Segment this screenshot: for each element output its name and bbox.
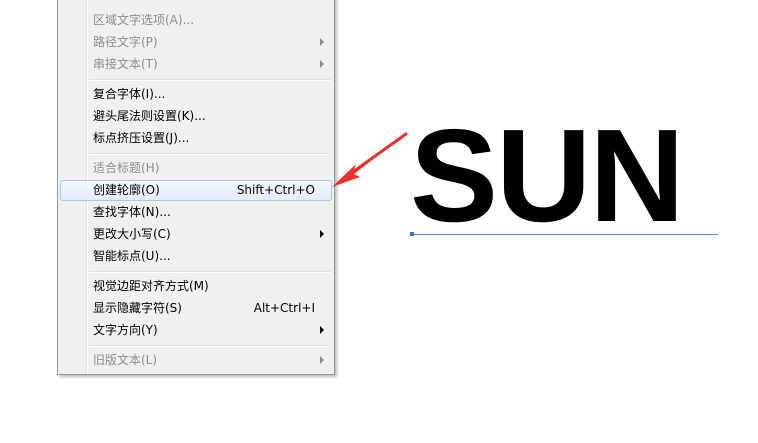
menu-item-area-type-options[interactable]: 区域文字选项(A)... — [60, 10, 332, 31]
menu-item-label: 智能标点(U)... — [93, 249, 171, 263]
text-anchor-point[interactable] — [410, 232, 414, 236]
menu-separator — [89, 345, 331, 347]
illustrator-workspace: 区域文字选项(A)... 路径文字(P) 串接文本(T) 复合字体(I)... … — [0, 0, 758, 443]
menu-item-optical-margin-alignment[interactable]: 视觉边距对齐方式(M) — [60, 276, 332, 297]
menu-item-kinsoku-settings[interactable]: 避头尾法则设置(K)... — [60, 106, 332, 127]
menu-item-composite-fonts[interactable]: 复合字体(I)... — [60, 84, 332, 105]
menu-item-label: 创建轮廓(O) — [93, 183, 160, 197]
text-baseline — [412, 234, 718, 235]
menu-separator — [89, 271, 331, 273]
menu-item-label: 查找字体(N)... — [93, 205, 171, 219]
menu-item-label: 路径文字(P) — [93, 35, 158, 49]
submenu-arrow-icon — [320, 230, 324, 238]
menu-item-label: 适合标题(H) — [93, 161, 160, 175]
menu-separator — [89, 79, 331, 81]
submenu-arrow-icon — [320, 356, 324, 364]
submenu-arrow-icon — [320, 60, 324, 68]
menu-item-show-hidden-characters[interactable]: 显示隐藏字符(S) Alt+Ctrl+I — [60, 298, 332, 319]
menu-item-fit-headline[interactable]: 适合标题(H) — [60, 158, 332, 179]
menu-item-label: 串接文本(T) — [93, 57, 158, 71]
menu-item-label: 更改大小写(C) — [93, 227, 171, 241]
menu-item-label: 避头尾法则设置(K)... — [93, 109, 206, 123]
menu-item-label: 复合字体(I)... — [93, 87, 166, 101]
annotation-arrow-icon — [332, 132, 408, 187]
selected-text-object[interactable]: SUN — [410, 110, 685, 242]
submenu-arrow-icon — [320, 326, 324, 334]
submenu-arrow-icon — [320, 38, 324, 46]
type-context-menu: 区域文字选项(A)... 路径文字(P) 串接文本(T) 复合字体(I)... … — [57, 0, 335, 375]
menu-item-threaded-text[interactable]: 串接文本(T) — [60, 54, 332, 75]
menu-separator — [89, 153, 331, 155]
menu-item-mojikumi-settings[interactable]: 标点挤压设置(J)... — [60, 128, 332, 149]
menu-item-type-orientation[interactable]: 文字方向(Y) — [60, 320, 332, 341]
menu-item-legacy-text[interactable]: 旧版文本(L) — [60, 350, 332, 371]
menu-item-label: 视觉边距对齐方式(M) — [93, 279, 209, 293]
menu-item-label: 文字方向(Y) — [93, 323, 158, 337]
menu-item-type-on-path[interactable]: 路径文字(P) — [60, 32, 332, 53]
menu-item-label: 旧版文本(L) — [93, 353, 158, 367]
menu-item-find-font[interactable]: 查找字体(N)... — [60, 202, 332, 223]
menu-item-label: 显示隐藏字符(S) — [93, 301, 182, 315]
menu-item-label: 区域文字选项(A)... — [93, 13, 195, 27]
menu-item-shortcut: Shift+Ctrl+O — [236, 183, 315, 197]
menu-item-label: 标点挤压设置(J)... — [93, 131, 190, 145]
menu-item-create-outlines[interactable]: 创建轮廓(O) Shift+Ctrl+O — [60, 180, 332, 201]
menu-item-smart-punctuation[interactable]: 智能标点(U)... — [60, 246, 332, 267]
menu-item-change-case[interactable]: 更改大小写(C) — [60, 224, 332, 245]
menu-item-shortcut: Alt+Ctrl+I — [253, 301, 315, 315]
